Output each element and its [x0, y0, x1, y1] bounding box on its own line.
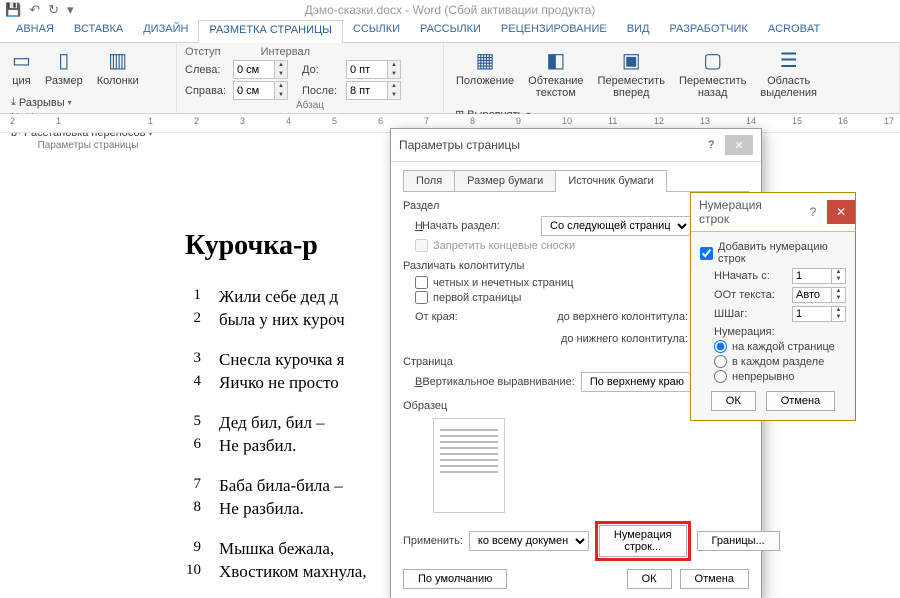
section-start-select[interactable]: Со следующей страницы	[541, 216, 691, 236]
tab-вставка[interactable]: ВСТАВКА	[64, 20, 133, 42]
qat-more-icon[interactable]: ▾	[67, 0, 74, 20]
odd-even-checkbox[interactable]	[415, 276, 428, 289]
undo-icon[interactable]: ↶	[29, 0, 40, 20]
restart-page-radio[interactable]	[714, 340, 727, 353]
add-line-numbering-checkbox[interactable]	[700, 247, 713, 260]
dialog-tab-0[interactable]: Поля	[403, 170, 455, 191]
ln-ok-button[interactable]: ОК	[711, 391, 756, 411]
indent-right-input[interactable]: ▲▼	[233, 81, 288, 100]
position-button[interactable]: ▦Положение	[452, 46, 518, 101]
help-icon[interactable]: ?	[697, 135, 725, 155]
indent-left-input[interactable]: ▲▼	[233, 60, 288, 79]
dialog-title: Параметры страницы	[399, 138, 520, 152]
columns-button[interactable]: ▥Колонки	[93, 46, 143, 89]
selection-pane-button[interactable]: ☰Область выделения	[756, 46, 821, 101]
apply-to-select[interactable]: ко всему документу	[469, 531, 589, 551]
group-caption-paragraph: Абзац	[185, 100, 435, 113]
ln-dialog-title: Нумерация строк	[691, 193, 799, 231]
window-title: Дэмо-сказки.docx - Word (Сбой активации …	[305, 3, 596, 17]
breaks-button[interactable]: ⤓ Разрывы▾	[8, 95, 156, 110]
dialog-tabs: ПоляРазмер бумагиИсточник бумаги	[403, 170, 749, 192]
close-icon[interactable]: ✕	[725, 135, 753, 155]
borders-button[interactable]: Границы...	[697, 531, 780, 551]
first-page-checkbox[interactable]	[415, 291, 428, 304]
ok-button[interactable]: ОК	[627, 569, 672, 589]
dialog-tab-2[interactable]: Источник бумаги	[555, 170, 666, 191]
from-text-input[interactable]: ▲▼	[792, 287, 846, 303]
numbering-label: Нумерация:	[714, 326, 846, 338]
dialog-tab-1[interactable]: Размер бумаги	[454, 170, 556, 191]
start-at-input[interactable]: ▲▼	[792, 268, 846, 284]
bring-forward-button[interactable]: ▣Переместить вперед	[594, 46, 669, 101]
cancel-button[interactable]: Отмена	[680, 569, 749, 589]
continuous-radio[interactable]	[714, 370, 727, 383]
line-numbers-dialog: Нумерация строк ?✕ Добавить нумерацию ст…	[690, 192, 856, 421]
suppress-endnotes-checkbox	[415, 239, 428, 252]
restart-section-radio[interactable]	[714, 355, 727, 368]
tab-ссылки[interactable]: ССЫЛКИ	[343, 20, 410, 42]
space-after-input[interactable]: ▲▼	[346, 81, 401, 100]
tab-разметка страницы[interactable]: РАЗМЕТКА СТРАНИЦЫ	[198, 20, 342, 43]
tab-дизайн[interactable]: ДИЗАЙН	[133, 20, 198, 42]
size-button[interactable]: ▯Размер	[41, 46, 87, 89]
line-numbers-dialog-button[interactable]: Нумерация строк...	[599, 525, 687, 557]
tab-рассылки[interactable]: РАССЫЛКИ	[410, 20, 491, 42]
ribbon-tabs: АВНАЯВСТАВКАДИЗАЙНРАЗМЕТКА СТРАНИЦЫССЫЛК…	[0, 20, 900, 43]
tab-вид[interactable]: ВИД	[617, 20, 660, 42]
quick-access-toolbar[interactable]: 💾 ↶ ↻ ▾	[5, 0, 74, 20]
default-button[interactable]: По умолчанию	[403, 569, 507, 589]
ln-cancel-button[interactable]: Отмена	[766, 391, 835, 411]
group-caption-page-setup: Параметры страницы	[8, 140, 168, 153]
send-backward-button[interactable]: ▢Переместить назад	[675, 46, 750, 101]
preview-thumbnail	[433, 418, 505, 513]
tab-рецензирование[interactable]: РЕЦЕНЗИРОВАНИЕ	[491, 20, 617, 42]
count-by-input[interactable]: ▲▼	[792, 306, 846, 322]
orientation-button[interactable]: ▭ция	[8, 46, 35, 89]
redo-icon[interactable]: ↻	[48, 0, 59, 20]
space-before-input[interactable]: ▲▼	[346, 60, 401, 79]
ribbon: ▭ция ▯Размер ▥Колонки ⤓ Разрывы▾ № Номер…	[0, 43, 900, 114]
close-icon[interactable]: ✕	[827, 200, 855, 224]
tab-acrobat[interactable]: ACROBAT	[758, 20, 830, 42]
save-icon[interactable]: 💾	[5, 0, 21, 20]
wrap-text-button[interactable]: ◧Обтекание текстом	[524, 46, 587, 101]
tab-разработчик[interactable]: РАЗРАБОТЧИК	[659, 20, 757, 42]
help-icon[interactable]: ?	[799, 200, 827, 224]
tab-авная[interactable]: АВНАЯ	[6, 20, 64, 42]
